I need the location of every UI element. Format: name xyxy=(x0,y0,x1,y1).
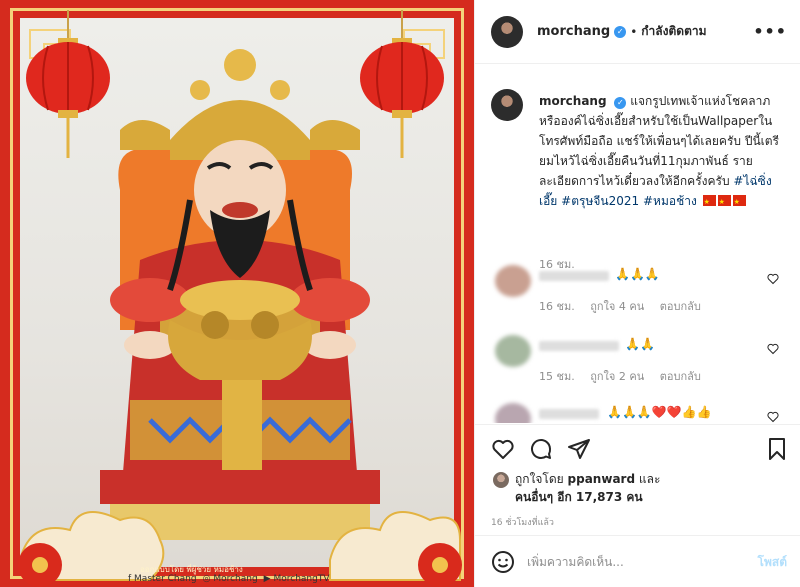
post-header: morchang ✓ • กำลังติดตาม ••• xyxy=(475,0,800,64)
post-image[interactable]: ออกแบบโดย พี่ผู้ช่วย หมอช้าง f Master Ch… xyxy=(0,0,474,587)
post-comment-button[interactable]: โพสต์ xyxy=(758,553,787,572)
instagram-label: Morchang xyxy=(213,574,258,584)
verified-badge-icon: ✓ xyxy=(614,97,627,109)
comment-meta: 15 ชม. ถูกใจ 2 คน ตอบกลับ xyxy=(539,367,713,385)
commenter-avatar[interactable] xyxy=(495,265,531,297)
bookmark-icon[interactable] xyxy=(765,437,789,461)
youtube-label: MorchangTV xyxy=(273,574,330,584)
commenter-username[interactable] xyxy=(539,341,619,351)
god-of-wealth-illustration xyxy=(18,10,462,587)
author-avatar[interactable] xyxy=(491,15,523,48)
comment-item: 🙏🙏 15 ชม. ถูกใจ 2 คน ตอบกลับ xyxy=(491,335,791,395)
facebook-label: Master Chang xyxy=(134,574,197,584)
comment-like-icon[interactable] xyxy=(767,343,779,355)
post-actions: ถูกใจโดย ppanward และ คนอื่นๆ อีก 17,873… xyxy=(475,424,800,550)
comment-item: 🙏🙏🙏 16 ชม. ถูกใจ 4 คน ตอบกลับ xyxy=(491,265,791,325)
separator-dot: • xyxy=(630,24,638,39)
instagram-post-window: ออกแบบโดย พี่ผู้ช่วย หมอช้าง f Master Ch… xyxy=(0,0,800,587)
comment-like-icon[interactable] xyxy=(767,411,779,423)
caption-text-block: morchang ✓ แจกรูปเทพเจ้าแห่งโชคลาภหรืออง… xyxy=(539,91,789,212)
hashtag-link[interactable]: #ตรุษจีน2021 xyxy=(561,194,639,208)
lantern-right xyxy=(360,10,444,158)
comment-text: 🙏🙏🙏❤️❤️👍👍 xyxy=(607,405,712,419)
caption-username[interactable]: morchang xyxy=(539,94,607,108)
share-icon[interactable] xyxy=(567,437,591,461)
reply-button[interactable]: ตอบกลับ xyxy=(660,370,701,383)
comment-likes[interactable]: ถูกใจ 4 คน xyxy=(590,300,644,313)
comment-likes[interactable]: ถูกใจ 2 คน xyxy=(590,370,644,383)
comment-meta: 16 ชม. ถูกใจ 4 คน ตอบกลับ xyxy=(539,297,713,315)
reply-button[interactable]: ตอบกลับ xyxy=(660,300,701,313)
posted-ago[interactable]: 16 ชั่วโมงที่แล้ว xyxy=(491,515,554,529)
liker-avatar[interactable] xyxy=(493,472,509,488)
youtube-icon: ▶ xyxy=(263,574,271,584)
comments-list[interactable]: morchang ✓ แจกรูปเทพเจ้าแห่งโชคลาภหรืออง… xyxy=(475,65,800,423)
hashtag-link[interactable]: #หมอช้าง xyxy=(643,194,697,208)
commenter-username[interactable] xyxy=(539,271,609,281)
emoji-smile-icon[interactable] xyxy=(491,550,515,574)
facebook-icon: f xyxy=(128,574,132,584)
facebook-handle: f Master Chang xyxy=(128,574,197,584)
comment-item: 🙏🙏🙏❤️❤️👍👍 xyxy=(491,403,791,423)
heart-icon[interactable] xyxy=(491,437,515,461)
instagram-handle: ◎ Morchang xyxy=(203,574,258,584)
comment-like-icon[interactable] xyxy=(767,273,779,285)
commenter-avatar[interactable] xyxy=(495,335,531,367)
following-button[interactable]: กำลังติดตาม xyxy=(641,22,706,41)
instagram-icon: ◎ xyxy=(202,574,211,584)
liked-by-suffix: และ xyxy=(638,472,661,486)
comment-text: 🙏🙏 xyxy=(625,337,655,351)
comment-icon[interactable] xyxy=(529,437,553,461)
liker-username[interactable]: ppanward xyxy=(568,472,636,486)
china-flag-icon xyxy=(732,192,746,212)
more-options-icon[interactable]: ••• xyxy=(753,22,787,41)
liked-by-prefix: ถูกใจโดย xyxy=(515,472,564,486)
youtube-handle: ▶ MorchangTV xyxy=(264,574,330,584)
liked-by-line: ถูกใจโดย ppanward และ xyxy=(515,470,660,488)
author-username[interactable]: morchang xyxy=(537,24,610,39)
commenter-avatar[interactable] xyxy=(495,403,531,423)
china-flag-icon xyxy=(717,192,731,212)
comment-input[interactable] xyxy=(527,552,727,572)
commenter-username[interactable] xyxy=(539,409,599,419)
china-flag-icon xyxy=(702,192,716,212)
comment-composer: โพสต์ xyxy=(475,535,800,587)
comment-time[interactable]: 16 ชม. xyxy=(539,300,575,313)
post-side-panel: morchang ✓ • กำลังติดตาม ••• morchang ✓ … xyxy=(474,0,800,587)
comment-time[interactable]: 15 ชม. xyxy=(539,370,575,383)
comment-text: 🙏🙏🙏 xyxy=(615,267,660,281)
verified-badge-icon: ✓ xyxy=(614,25,627,38)
social-handles: f Master Chang ◎ Morchang ▶ MorchangTV xyxy=(128,574,329,584)
lantern-left xyxy=(26,10,110,158)
caption-avatar[interactable] xyxy=(491,89,523,121)
others-count[interactable]: คนอื่นๆ อีก 17,873 คน xyxy=(515,488,643,506)
